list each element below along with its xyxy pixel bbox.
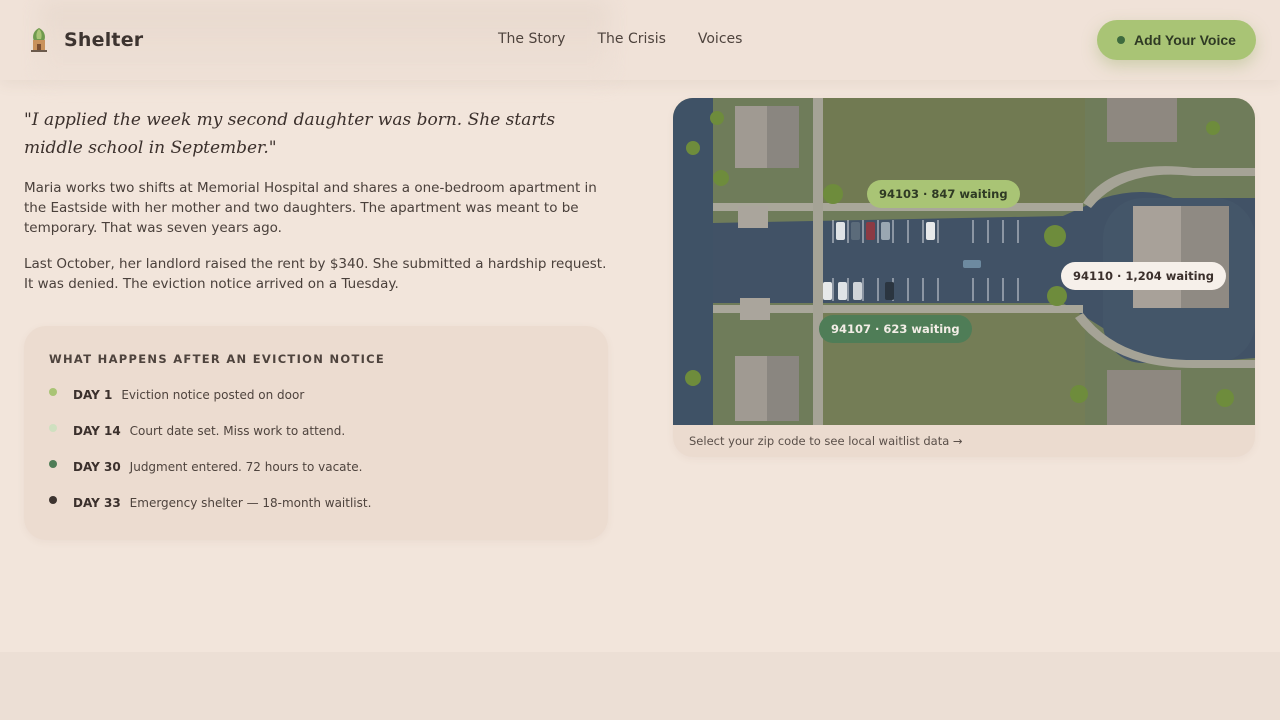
footer-band (0, 652, 1280, 720)
zip-pin-94110[interactable]: 94110 · 1,204 waiting (1061, 262, 1226, 290)
timeline-text: Eviction notice posted on door (121, 388, 305, 402)
timeline-text: Emergency shelter — 18-month waitlist. (129, 496, 372, 510)
timeline-day: DAY 1 (73, 388, 113, 402)
eviction-timeline-card: WHAT HAPPENS AFTER AN EVICTION NOTICE DA… (24, 326, 608, 540)
story-paragraph-1: Maria works two shifts at Memorial Hospi… (24, 180, 597, 236)
timeline-text: Judgment entered. 72 hours to vacate. (129, 460, 363, 474)
timeline-day: DAY 33 (73, 496, 121, 510)
timeline-dot-icon (49, 388, 57, 396)
timeline-item-day-33: DAY 33 Emergency shelter — 18-month wait… (49, 496, 371, 510)
zip-pin-94103[interactable]: 94103 · 847 waiting (867, 180, 1020, 208)
add-your-voice-button[interactable]: Add Your Voice (1097, 20, 1256, 60)
nav-voices[interactable]: Voices (698, 31, 743, 47)
timeline-dot-icon (49, 424, 57, 432)
map-caption[interactable]: Select your zip code to see local waitli… (689, 434, 963, 448)
timeline-text: Court date set. Miss work to attend. (129, 424, 346, 438)
dot-icon (1117, 36, 1126, 44)
add-your-voice-label: Add Your Voice (1134, 32, 1236, 48)
timeline-dot-icon (49, 460, 57, 468)
nav-the-story[interactable]: The Story (498, 31, 565, 47)
story-paragraph-2: Last October, her landlord raised the re… (24, 256, 607, 292)
main-nav: The Story The Crisis Voices (498, 31, 742, 47)
timeline-item-day-14: DAY 14 Court date set. Miss work to atte… (49, 424, 345, 438)
tree-house-icon (31, 28, 47, 52)
brand[interactable]: Shelter (28, 26, 143, 54)
timeline-day: DAY 30 (73, 460, 121, 474)
brand-name: Shelter (64, 29, 144, 51)
timeline-day: DAY 14 (73, 424, 121, 438)
timeline-item-day-30: DAY 30 Judgment entered. 72 hours to vac… (49, 460, 362, 474)
timeline-item-day-1: DAY 1 Eviction notice posted on door (49, 388, 304, 402)
site-header: Shelter The Story The Crisis Voices Add … (0, 0, 1280, 80)
nav-the-crisis[interactable]: The Crisis (597, 31, 665, 47)
timeline-dot-icon (49, 496, 57, 504)
timeline-title: WHAT HAPPENS AFTER AN EVICTION NOTICE (49, 352, 386, 366)
story-quote: "I applied the week my second daughter w… (24, 110, 556, 158)
waitlist-map-card: 94103 · 847 waiting 94110 · 1,204 waitin… (673, 98, 1255, 457)
zip-pin-94107[interactable]: 94107 · 623 waiting (819, 315, 972, 343)
